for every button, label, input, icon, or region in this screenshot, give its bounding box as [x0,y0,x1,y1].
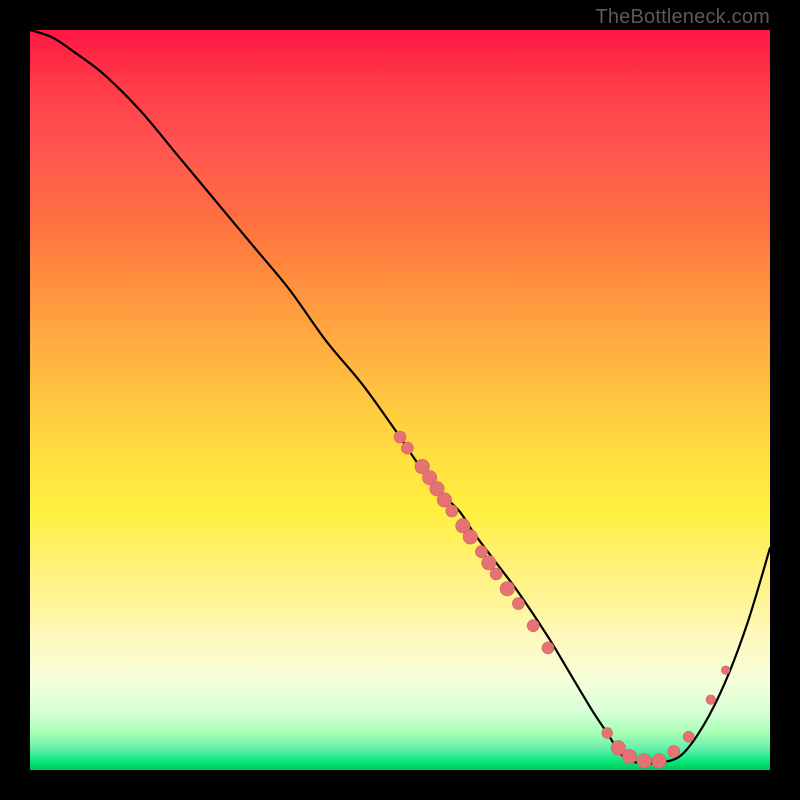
scatter-dot [721,666,729,674]
scatter-dot [446,505,458,517]
scatter-dot [463,530,477,544]
scatter-dot [706,695,716,705]
scatter-dot [475,546,487,558]
watermark-text: TheBottleneck.com [595,6,770,29]
scatter-dots [394,431,730,768]
scatter-dot [512,598,524,610]
scatter-dot [652,754,666,768]
scatter-dot [482,556,496,570]
scatter-dot [437,493,451,507]
curve-svg [30,30,770,770]
plot-area [30,30,770,770]
scatter-dot [394,431,406,443]
scatter-dot [668,746,680,758]
scatter-dot [683,731,694,742]
scatter-dot [602,728,613,739]
scatter-dot [527,620,539,632]
scatter-dot [490,568,502,580]
scatter-dot [500,582,514,596]
chart-frame: TheBottleneck.com [0,0,800,800]
scatter-dot [542,642,554,654]
scatter-dot [622,749,636,763]
scatter-dot [637,754,651,768]
bottleneck-curve [30,30,770,764]
scatter-dot [401,442,413,454]
